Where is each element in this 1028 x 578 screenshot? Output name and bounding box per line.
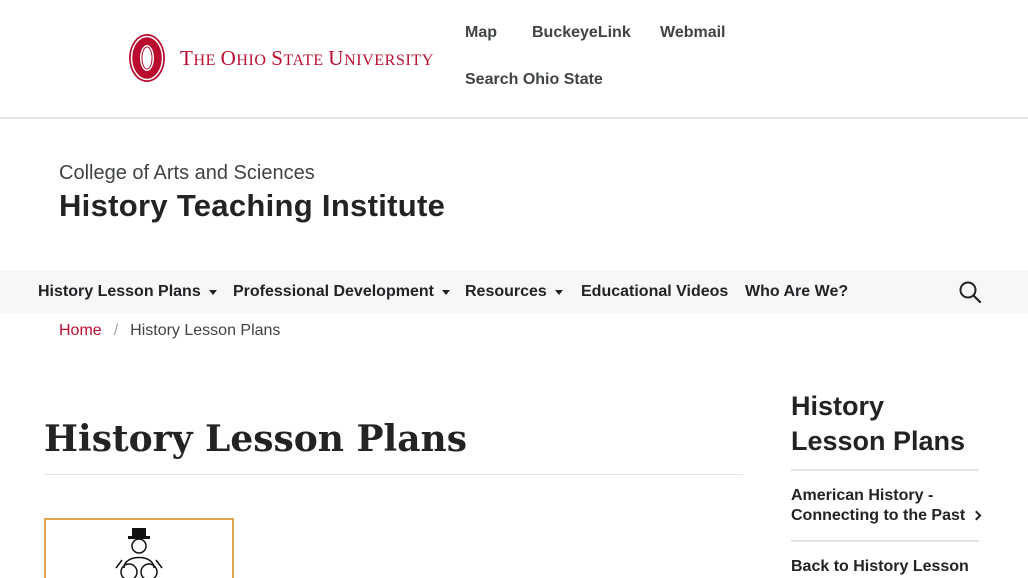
- search-icon[interactable]: [958, 280, 982, 304]
- college-name[interactable]: College of Arts and Sciences: [59, 162, 315, 185]
- osu-navbar: THE OHIO STATE UNIVERSITY Map BuckeyeLin…: [0, 0, 1028, 119]
- site-title[interactable]: History Teaching Institute: [59, 188, 445, 224]
- osu-link-map[interactable]: Map: [465, 24, 497, 42]
- osu-wordmark: THE OHIO STATE UNIVERSITY: [180, 45, 434, 70]
- nav-educational-videos[interactable]: Educational Videos: [581, 283, 728, 301]
- illustration-icon: [115, 528, 163, 578]
- block-o-logo-icon: [129, 34, 165, 82]
- sidebar-divider: [791, 540, 979, 542]
- sidebar-title: History Lesson Plans: [791, 391, 966, 456]
- nav-who-are-we[interactable]: Who Are We?: [745, 283, 848, 301]
- title-divider: [44, 474, 743, 475]
- caret-down-icon: [554, 289, 563, 295]
- caret-down-icon: [208, 289, 217, 295]
- osu-logo-link[interactable]: THE OHIO STATE UNIVERSITY: [128, 33, 434, 83]
- nav-professional-development[interactable]: Professional Development: [233, 283, 450, 301]
- page-title: History Lesson Plans: [44, 418, 467, 460]
- breadcrumb-current: History Lesson Plans: [130, 322, 281, 339]
- sidebar-link-american-history[interactable]: American History - Connecting to the Pas…: [791, 486, 982, 526]
- osu-link-webmail[interactable]: Webmail: [660, 24, 726, 42]
- sidebar-link-back[interactable]: Back to History Lesson: [791, 557, 981, 577]
- lesson-image-card[interactable]: [44, 518, 234, 578]
- osu-link-buckeyelink[interactable]: BuckeyeLink: [532, 24, 631, 42]
- sidebar-divider: [791, 469, 979, 471]
- caret-down-icon: [441, 289, 450, 295]
- breadcrumb: Home / History Lesson Plans: [59, 322, 280, 340]
- osu-link-search[interactable]: Search Ohio State: [465, 71, 603, 89]
- nav-history-lesson-plans[interactable]: History Lesson Plans: [38, 283, 217, 301]
- main-nav: History Lesson Plans Professional Develo…: [0, 270, 1028, 313]
- nav-resources[interactable]: Resources: [465, 283, 563, 301]
- chevron-right-icon: [971, 510, 982, 521]
- breadcrumb-home[interactable]: Home: [59, 322, 102, 340]
- breadcrumb-separator: /: [113, 322, 119, 339]
